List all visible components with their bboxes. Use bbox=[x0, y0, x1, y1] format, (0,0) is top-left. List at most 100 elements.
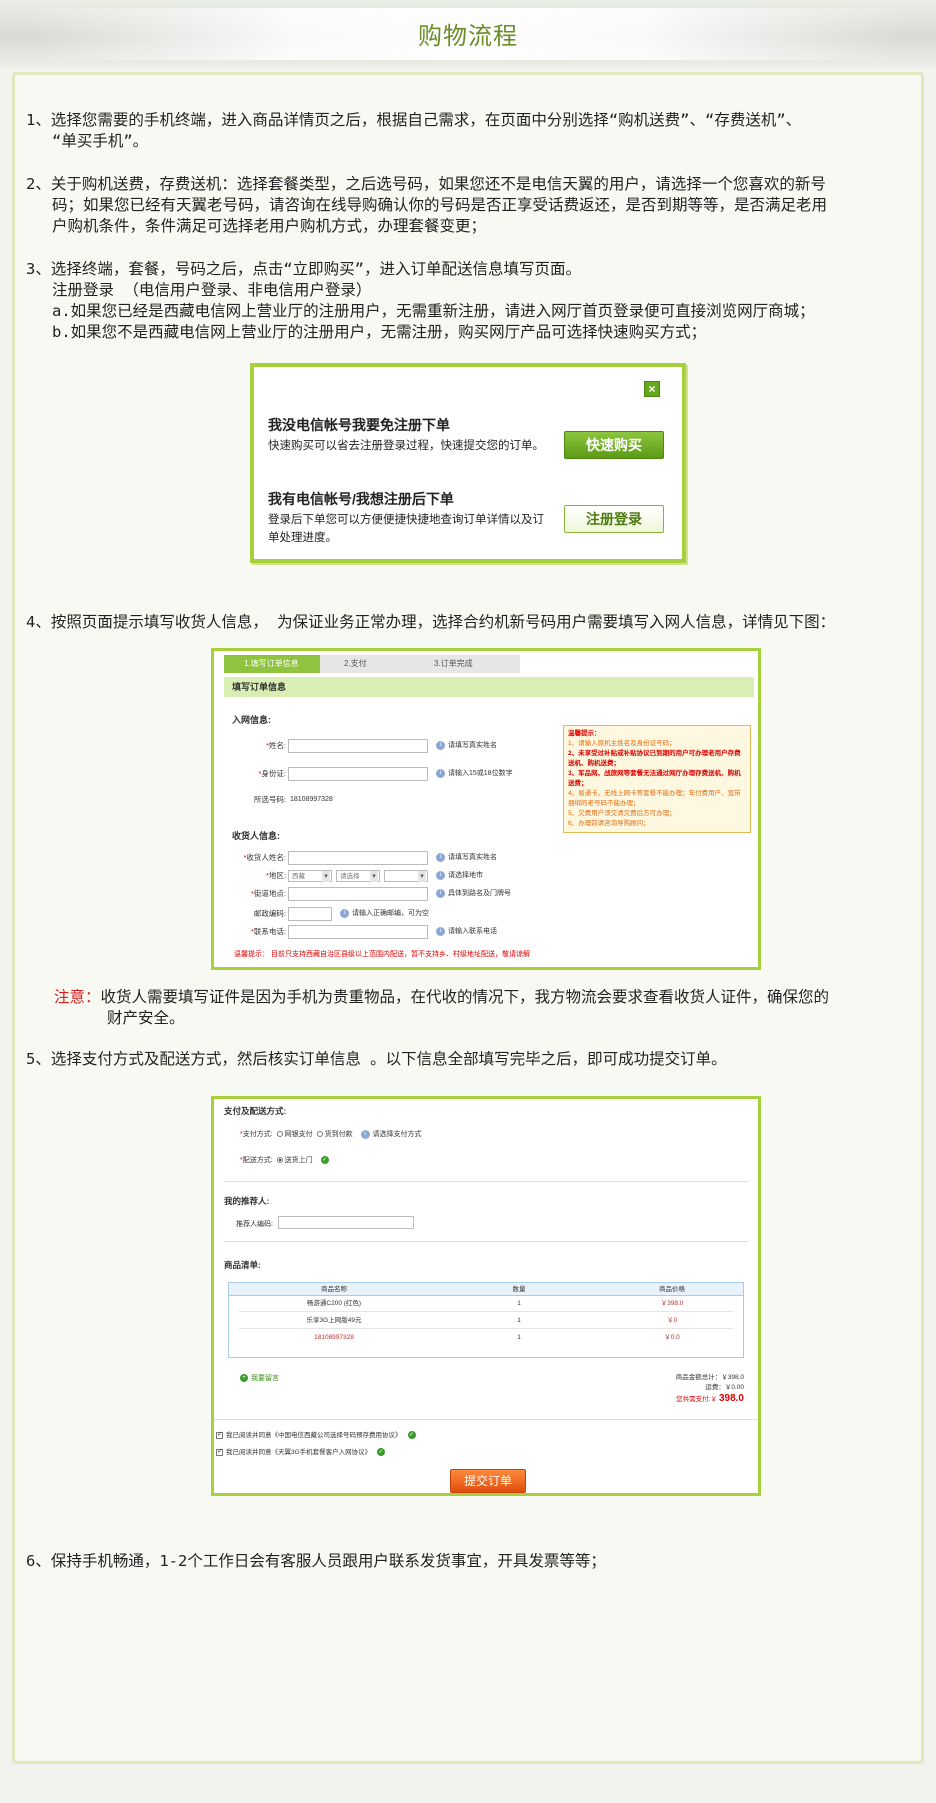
note-line-2: 财产安全。 bbox=[107, 1009, 185, 1027]
tips-title: 温馨提示： bbox=[568, 730, 601, 737]
area-label: 地区: bbox=[268, 871, 286, 880]
step-2-line-1: 2、关于购机送费，存费送机：选择套餐类型，之后选号码，如果您还不是电信天翼的用户… bbox=[26, 175, 826, 193]
selected-number: 18108997328 bbox=[290, 796, 333, 803]
receiver-label: 收货人姓名: bbox=[246, 853, 286, 862]
address-label-row: *街道地点: bbox=[250, 889, 286, 898]
step-2-line-2: 码；如果您已经有天翼老号码，请咨询在线导购确认你的号码是否正享受话费返还，是否到… bbox=[52, 196, 828, 214]
tip-2: 2、未享受过补贴或补贴协议已到期的用户可办理老用户存费送机、购机送费； bbox=[568, 750, 741, 767]
name-hint: i 请填写真实姓名 bbox=[436, 739, 497, 753]
zip-label: 邮政编码: bbox=[253, 909, 286, 918]
check-icon: ✓ bbox=[320, 1156, 329, 1165]
step-3-line-3: a.如果您已经是西藏电信网上营业厅的注册用户，无需重新注册，请进入网厅首页登录便… bbox=[52, 302, 815, 320]
agreement-1: 我已阅读并同意《中国电信西藏公司选择号码预存费用协议》✓ bbox=[216, 1429, 416, 1440]
warm-tips-box: 温馨提示： 1、请输入原机主姓名及身份证号码； 2、未享受过补贴或补贴协议已到期… bbox=[563, 725, 751, 833]
quick-buy-button[interactable]: 快速购买 bbox=[564, 431, 664, 459]
note: 注意：收货人需要填写证件是因为手机为贵重物品，在代收的情况下，我方物流会要求查看… bbox=[54, 987, 906, 1029]
info-icon: i bbox=[436, 888, 445, 898]
register-login-button[interactable]: 注册登录 bbox=[564, 505, 664, 533]
ship-method-label: 配送方式: bbox=[242, 1157, 273, 1164]
step-4-line-1: 4、按照页面提示填写收货人信息， 为保证业务正常办理，选择合约机新号码用户需要填… bbox=[26, 613, 836, 631]
info-icon: i bbox=[436, 926, 445, 936]
goods-total: 商品金额总计：￥398.0 bbox=[675, 1374, 744, 1381]
receiver-input[interactable] bbox=[288, 851, 428, 865]
info-icon: i bbox=[360, 1129, 370, 1139]
agreement-2: 我已阅读并同意《天翼3G手机套餐客户入网协议》✓ bbox=[216, 1446, 386, 1457]
network-info-heading: 入网信息: bbox=[232, 715, 271, 725]
id-input[interactable] bbox=[288, 767, 428, 781]
cod-label: 货到付款 bbox=[324, 1131, 353, 1138]
name-label: 姓名: bbox=[268, 741, 286, 750]
city-select[interactable]: 请选择 bbox=[336, 870, 380, 882]
page-header: 购物流程 bbox=[0, 0, 936, 68]
door-delivery-radio[interactable] bbox=[276, 1157, 283, 1164]
step-1-line-1: 1、选择您需要的手机终端，进入商品详情页之后，根据自己需求，在页面中分别选择“购… bbox=[26, 111, 802, 129]
pay-method-row: *支付方式: 网银支付 货到付款 i 请选择支付方式 bbox=[240, 1129, 422, 1139]
info-icon: i bbox=[340, 908, 349, 918]
agreement-1-checkbox[interactable] bbox=[216, 1430, 223, 1439]
address-input[interactable] bbox=[288, 887, 428, 901]
col-name: 商品名称 bbox=[321, 1286, 347, 1293]
info-icon: i bbox=[436, 852, 445, 862]
login-dialog-screenshot: × 我没电信帐号我要免注册下单 快速购买可以省去注册登录过程，快速提交您的订单。… bbox=[250, 363, 686, 563]
ship-method-row: *配送方式: 送货上门 ✓ bbox=[240, 1156, 329, 1165]
table-row: 18108997328 1 ￥0.0 bbox=[314, 1334, 680, 1341]
tip-1: 1、请输入原机主姓名及身份证号码； bbox=[568, 740, 676, 747]
goods-list-heading: 商品清单: bbox=[224, 1260, 261, 1270]
step-6: 6、保持手机畅通，1-2个工作日会有客服人员跟用户联系发货事宜，开具发票等等； bbox=[26, 1551, 906, 1572]
zip-label-row: 邮政编码: bbox=[214, 907, 286, 921]
tab-payment: 2.支付 bbox=[344, 659, 367, 668]
number-label: 所选号码: bbox=[253, 795, 286, 804]
phone-hint: i 请输入联系电话 bbox=[436, 925, 497, 939]
guest-order-desc: 快速购买可以省去注册登录过程，快速提交您的订单。 bbox=[268, 440, 544, 452]
receiver-info-heading: 收货人信息: bbox=[232, 831, 280, 841]
name-input[interactable] bbox=[288, 739, 428, 753]
step-2-line-3: 户购机条件，条件满足可选择老用户购机方式，办理套餐变更； bbox=[52, 217, 487, 235]
info-icon: i bbox=[436, 768, 445, 778]
referrer-input[interactable] bbox=[278, 1216, 414, 1229]
step-3-line-1: 3、选择终端，套餐，号码之后，点击“立即购买”，进入订单配送信息填写页面。 bbox=[26, 260, 581, 278]
leave-message-link[interactable]: + 我要留言 bbox=[240, 1373, 279, 1383]
goods-table-header: 商品名称 数量 商品价格 bbox=[229, 1283, 743, 1296]
col-qty: 数量 bbox=[512, 1286, 526, 1293]
receiver-label-row: *收货人姓名: bbox=[243, 853, 286, 862]
area-label-row: *地区: bbox=[265, 871, 286, 880]
cod-radio[interactable] bbox=[316, 1131, 323, 1138]
note-line-1: 收货人需要填写证件是因为手机为贵重物品，在代收的情况下，我方物流会要求查看收货人… bbox=[100, 988, 830, 1006]
phone-input[interactable] bbox=[288, 925, 428, 939]
address-label: 街道地点: bbox=[253, 889, 286, 898]
tab-complete: 3.订单完成 bbox=[434, 659, 473, 668]
province-select[interactable]: 西藏 bbox=[288, 870, 332, 882]
county-select[interactable] bbox=[384, 870, 428, 882]
member-order-title: 我有电信帐号/我想注册后下单 bbox=[268, 491, 454, 507]
submit-order-button[interactable]: 提交订单 bbox=[450, 1469, 526, 1493]
step-5: 5、选择支付方式及配送方式，然后核实订单信息 。以下信息全部填写完毕之后，即可成… bbox=[26, 1049, 906, 1070]
step-4: 4、按照页面提示填写收货人信息， 为保证业务正常办理，选择合约机新号码用户需要填… bbox=[26, 612, 906, 633]
zip-input[interactable] bbox=[288, 907, 332, 921]
payment-screenshot: 支付及配送方式: *支付方式: 网银支付 货到付款 i 请选择支付方式 *配送方式… bbox=[211, 1096, 761, 1496]
door-delivery-label: 送货上门 bbox=[284, 1157, 313, 1164]
pay-total-label: 您共需支付:￥ bbox=[676, 1396, 717, 1403]
online-pay-label: 网银支付 bbox=[284, 1131, 313, 1138]
pay-total-value: 398.0 bbox=[718, 1393, 744, 1404]
agreement-2-checkbox[interactable] bbox=[216, 1447, 223, 1456]
address-hint: i 具体到路名及门牌号 bbox=[436, 887, 511, 901]
phone-label-row: *联系电话: bbox=[250, 927, 286, 936]
tab-fill-order: 1.填写订单信息 bbox=[224, 655, 320, 673]
step-1-line-2: “单买手机”。 bbox=[52, 132, 149, 150]
info-icon: i bbox=[436, 740, 445, 750]
step-5-line-1: 5、选择支付方式及配送方式，然后核实订单信息 。以下信息全部填写完毕之后，即可成… bbox=[26, 1050, 727, 1068]
member-order-desc: 登录后下单您可以方便便捷快捷地查询订单详情以及订单处理进度。 bbox=[268, 514, 544, 544]
referrer-heading: 我的推荐人: bbox=[224, 1196, 270, 1206]
check-icon: ✓ bbox=[407, 1431, 416, 1440]
close-icon[interactable]: × bbox=[644, 381, 660, 397]
divider bbox=[224, 1181, 748, 1182]
phone-label: 联系电话: bbox=[253, 927, 286, 936]
id-hint: i 请输入15或18位数字 bbox=[436, 767, 513, 781]
plus-icon: + bbox=[240, 1374, 248, 1383]
step-3-line-2: 注册登录 （电信用户登录、非电信用户登录） bbox=[52, 281, 372, 299]
online-pay-radio[interactable] bbox=[276, 1131, 283, 1138]
info-icon: i bbox=[436, 870, 445, 880]
tip-4: 4、易通卡、无线上网卡等套餐不能办理；年付费用户、宽带捆绑的老号码不能办理； bbox=[568, 790, 741, 807]
name-label-row: *姓名: bbox=[265, 741, 286, 750]
referrer-label: 推荐人编码: bbox=[236, 1221, 273, 1228]
